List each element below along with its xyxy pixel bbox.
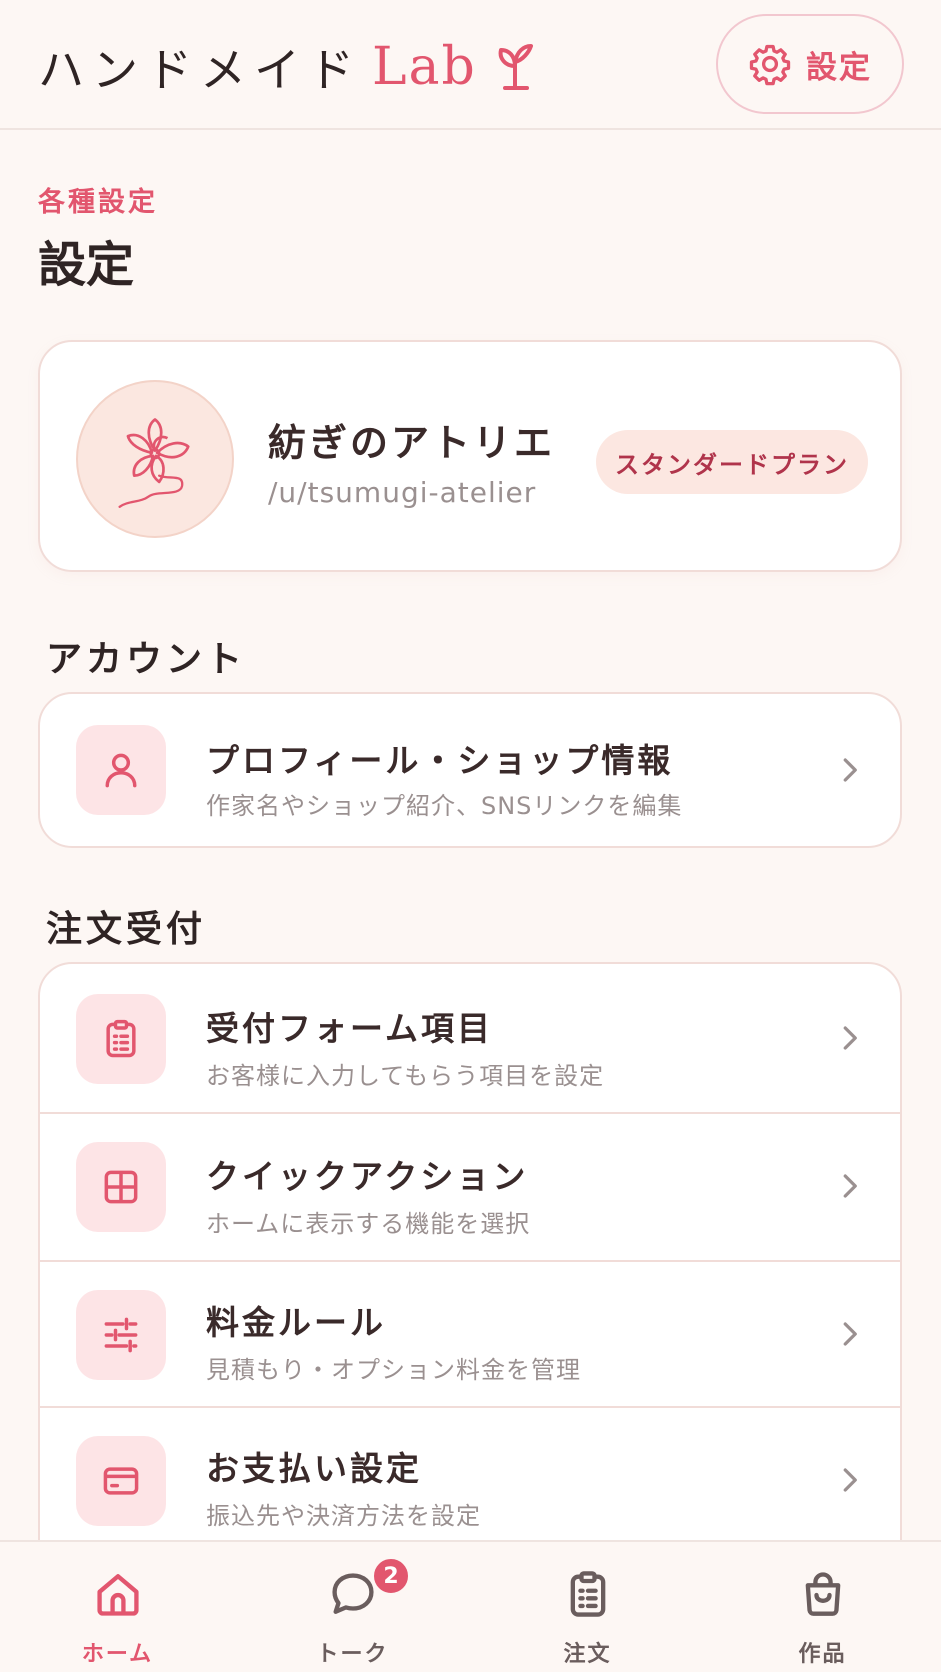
grid-icon — [104, 1170, 138, 1204]
page-title: 設定 — [38, 237, 135, 293]
page-eyebrow: 各種設定 — [38, 187, 158, 218]
clipboard-icon — [570, 1571, 605, 1617]
brand-name-jp: ハンドメイド — [38, 43, 362, 97]
nav-label: ホーム — [81, 1642, 154, 1667]
home-icon — [96, 1574, 139, 1616]
nav-talk[interactable]: 2 トーク — [235, 1542, 470, 1672]
chevron-right-icon — [843, 1468, 857, 1492]
menu-icon-box — [76, 994, 166, 1084]
shopping-bag-icon — [805, 1572, 840, 1616]
menu-icon-box — [76, 1290, 166, 1380]
profile-card[interactable]: 紡ぎのアトリエ /u/tsumugi-atelier スタンダードプラン — [38, 340, 902, 572]
menu-item-title: 料金ルール — [206, 1303, 386, 1342]
app-header: ハンドメイド Lab 設定 — [0, 0, 941, 130]
menu-item-pricing-rules[interactable]: 料金ルール 見積もり・オプション料金を管理 — [40, 1260, 900, 1406]
orders-menu-card: 受付フォーム項目 お客様に入力してもらう項目を設定 クイックアクション ホームに… — [38, 962, 902, 1582]
settings-button[interactable]: 設定 — [716, 14, 904, 114]
section-label-orders: 注文受付 — [46, 909, 207, 950]
notification-badge: 2 — [371, 1556, 411, 1596]
bottom-navigation: ホーム 2 トーク 注文 作品 — [0, 1540, 941, 1672]
nav-home[interactable]: ホーム — [0, 1542, 235, 1672]
menu-item-title: プロフィール・ショップ情報 — [206, 741, 674, 780]
chevron-right-icon — [843, 758, 857, 782]
brand-name-lab: Lab — [372, 37, 477, 97]
nav-label: 注文 — [563, 1642, 612, 1667]
menu-item-form-fields[interactable]: 受付フォーム項目 お客様に入力してもらう項目を設定 — [40, 964, 900, 1112]
account-menu-card: プロフィール・ショップ情報 作家名やショップ紹介、SNSリンクを編集 — [38, 692, 902, 848]
app-logo[interactable]: ハンドメイド Lab — [38, 32, 537, 102]
sprout-icon — [498, 44, 533, 90]
menu-item-subtitle: 作家名やショップ紹介、SNSリンクを編集 — [206, 792, 683, 820]
menu-item-subtitle: 見積もり・オプション料金を管理 — [206, 1356, 581, 1384]
menu-item-title: クイックアクション — [206, 1157, 529, 1196]
gear-icon — [749, 44, 791, 86]
menu-item-subtitle: 振込先や決済方法を設定 — [206, 1502, 481, 1530]
menu-item-subtitle: ホームに表示する機能を選択 — [206, 1210, 531, 1238]
menu-item-profile-shop-info[interactable]: プロフィール・ショップ情報 作家名やショップ紹介、SNSリンクを編集 — [40, 694, 900, 846]
shop-handle: /u/tsumugi-atelier — [268, 476, 537, 509]
nav-works[interactable]: 作品 — [705, 1542, 940, 1672]
sakura-flower-icon — [118, 418, 190, 508]
chevron-right-icon — [843, 1026, 857, 1050]
avatar — [76, 380, 234, 538]
menu-item-title: お支払い設定 — [206, 1449, 422, 1488]
menu-item-payment-settings[interactable]: お支払い設定 振込先や決済方法を設定 — [40, 1406, 900, 1556]
person-icon — [105, 753, 137, 788]
sliders-icon — [104, 1317, 138, 1353]
menu-icon-box — [76, 1142, 166, 1232]
menu-icon-box — [76, 725, 166, 815]
clipboard-icon — [106, 1019, 136, 1058]
menu-item-quick-actions[interactable]: クイックアクション ホームに表示する機能を選択 — [40, 1112, 900, 1260]
nav-orders[interactable]: 注文 — [470, 1542, 705, 1672]
menu-item-subtitle: お客様に入力してもらう項目を設定 — [206, 1062, 605, 1090]
chevron-right-icon — [843, 1174, 857, 1198]
credit-card-icon — [103, 1467, 139, 1495]
menu-icon-box — [76, 1436, 166, 1526]
nav-label: トーク — [316, 1642, 389, 1667]
plan-badge: スタンダードプラン — [596, 430, 868, 494]
settings-button-label: 設定 — [806, 49, 872, 86]
chevron-right-icon — [843, 1322, 857, 1346]
settings-screen: ハンドメイド Lab 設定 各種設定 設定 紡ぎのアトリエ /u/tsumugi… — [0, 0, 941, 1672]
menu-item-title: 受付フォーム項目 — [206, 1009, 494, 1048]
section-label-account: アカウント — [46, 639, 247, 680]
nav-label: 作品 — [798, 1642, 847, 1667]
shop-name: 紡ぎのアトリエ — [268, 421, 556, 465]
